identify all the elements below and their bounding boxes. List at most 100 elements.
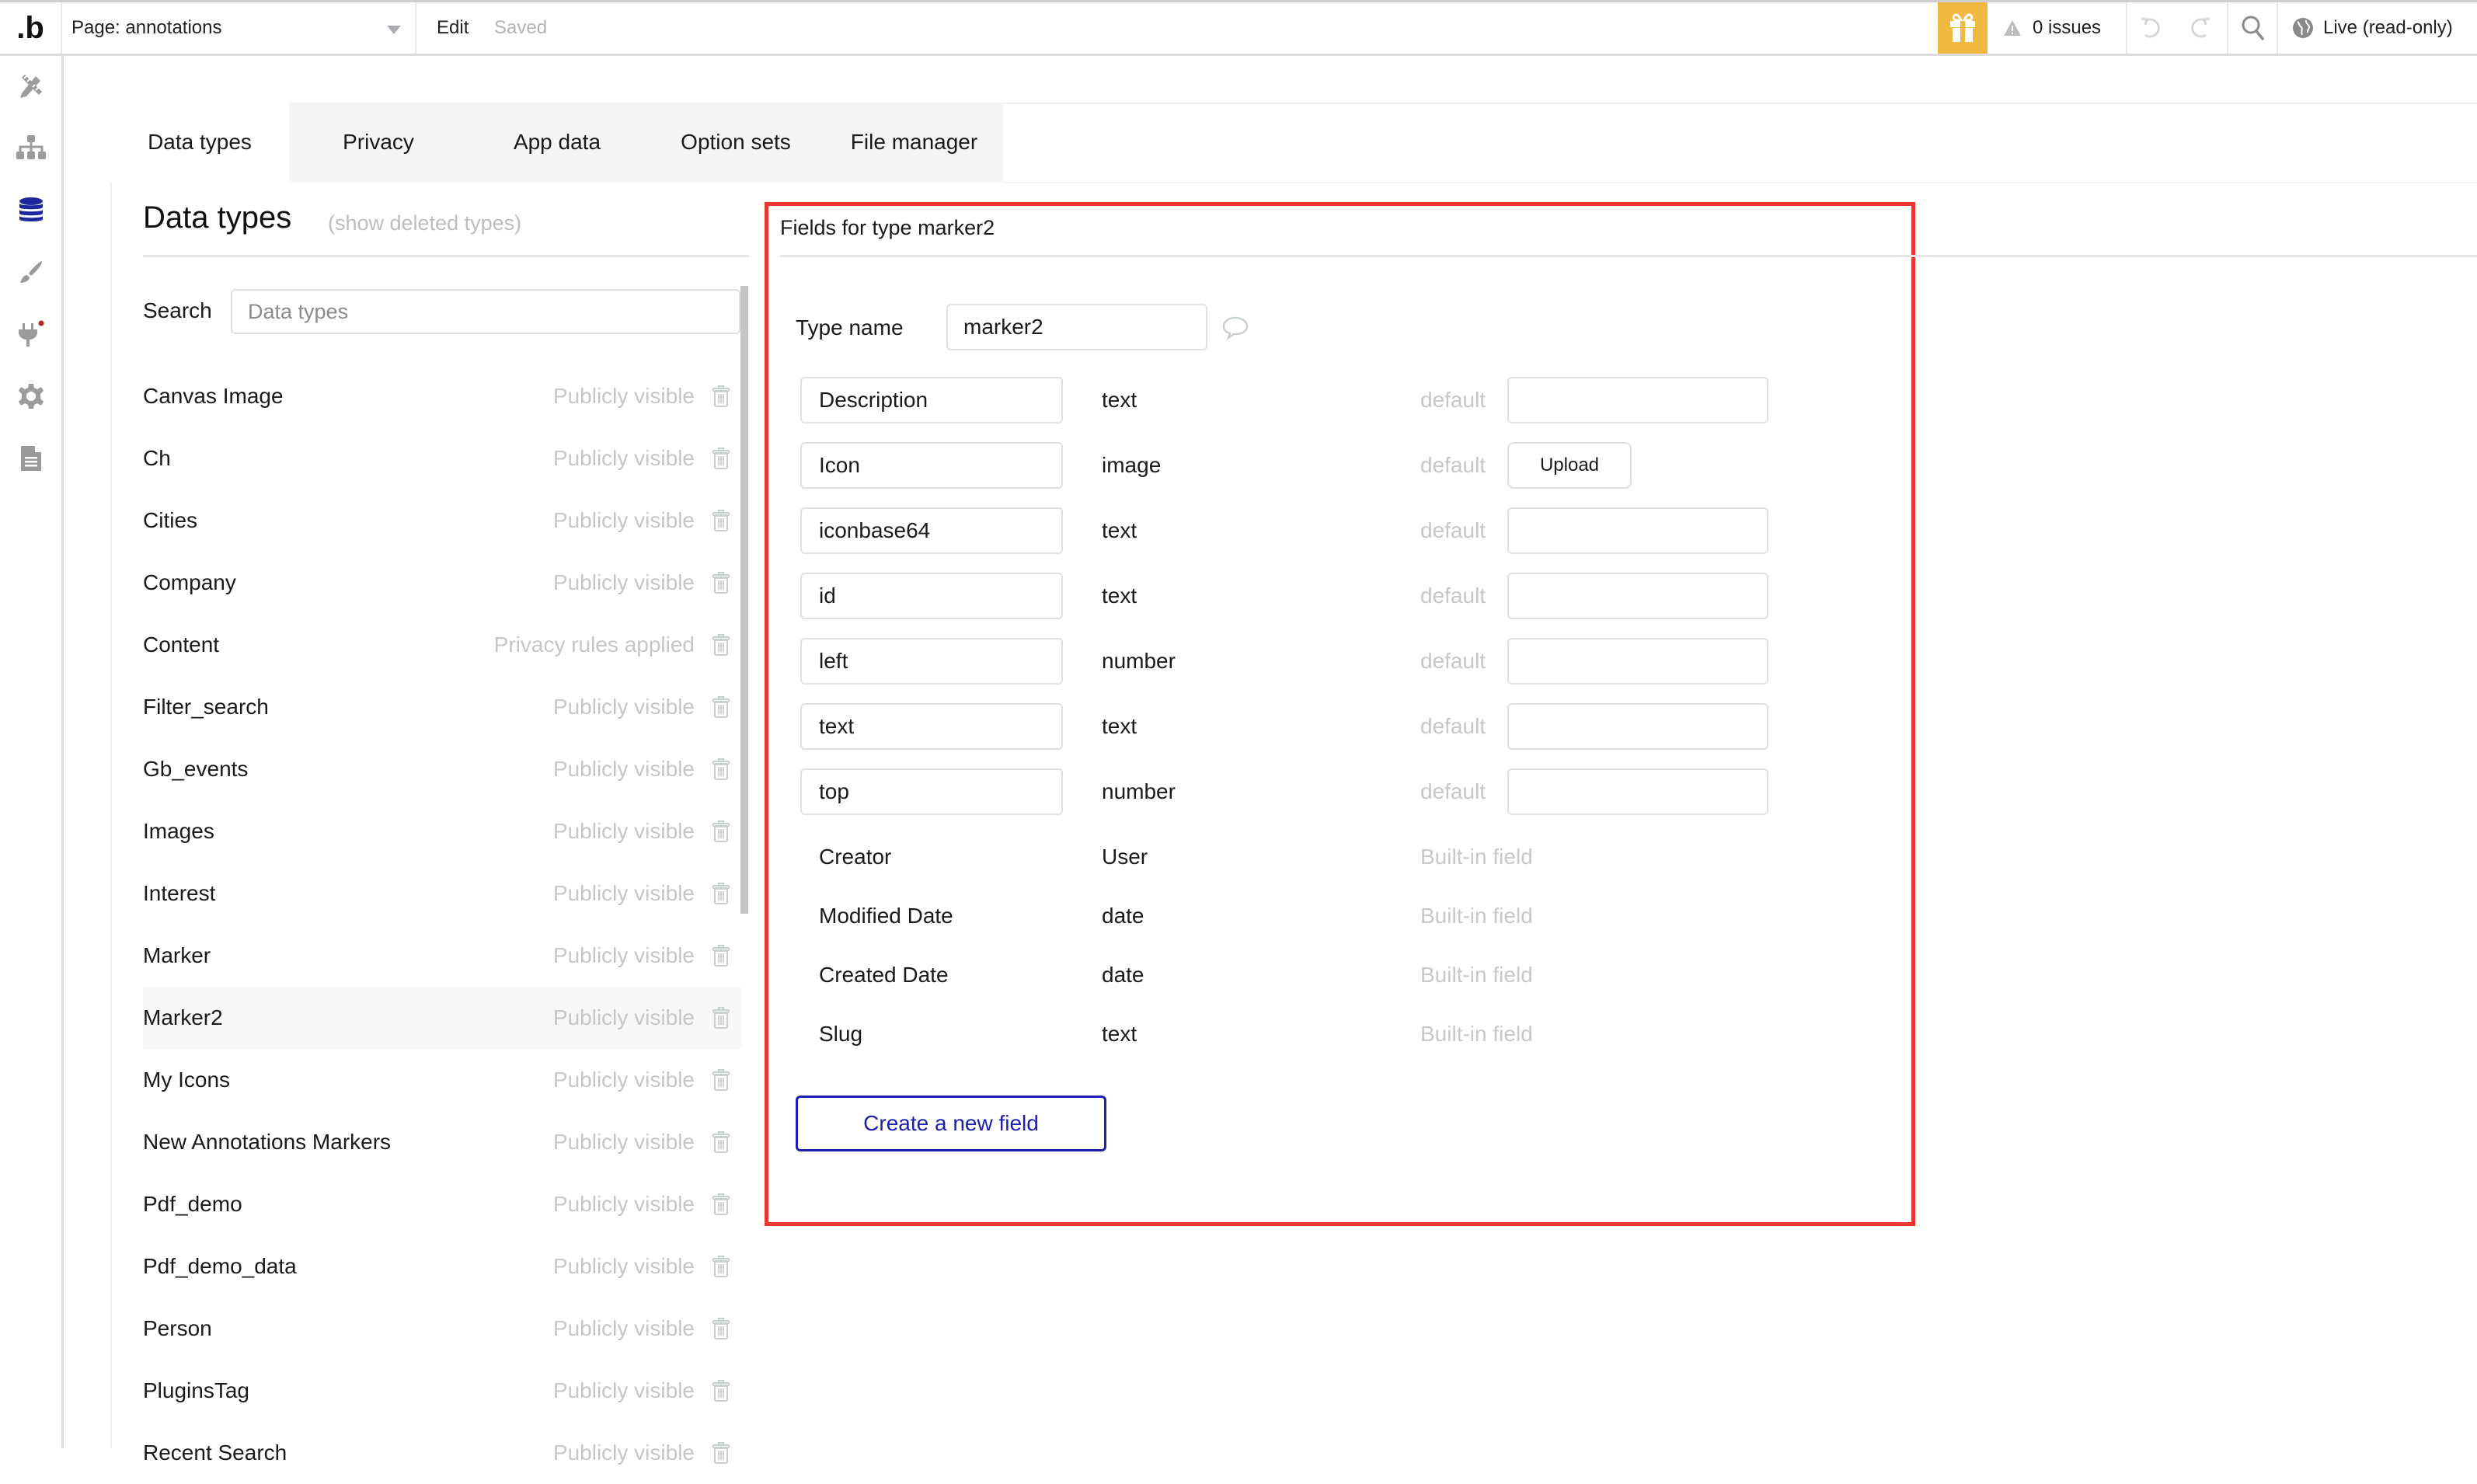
privacy-status[interactable]: Publicly visible <box>553 695 695 719</box>
trash-icon[interactable] <box>712 1255 730 1278</box>
data-type-row[interactable]: Canvas Image Publicly visible <box>143 365 741 427</box>
field-name-input[interactable] <box>800 573 1063 619</box>
field-name-input[interactable] <box>800 703 1063 750</box>
redo-button[interactable] <box>2174 2 2228 54</box>
privacy-status[interactable]: Publicly visible <box>553 570 695 595</box>
privacy-status[interactable]: Publicly visible <box>553 384 695 409</box>
trash-icon[interactable] <box>712 882 730 905</box>
rail-styles-tab[interactable] <box>16 256 47 287</box>
field-default-input[interactable] <box>1507 573 1768 619</box>
trash-icon[interactable] <box>712 944 730 967</box>
data-type-row[interactable]: My Icons Publicly visible <box>143 1049 741 1111</box>
trash-icon[interactable] <box>712 820 730 843</box>
privacy-status[interactable]: Publicly visible <box>553 508 695 533</box>
trash-icon[interactable] <box>712 1006 730 1029</box>
data-type-row[interactable]: Filter_search Publicly visible <box>143 676 741 738</box>
show-deleted-types-link[interactable]: (show deleted types) <box>328 211 521 235</box>
privacy-status[interactable]: Publicly visible <box>553 1005 695 1030</box>
trash-icon[interactable] <box>712 509 730 532</box>
data-type-row[interactable]: Marker2 Publicly visible <box>143 987 741 1049</box>
field-name-input[interactable] <box>800 377 1063 423</box>
rail-plugins-tab[interactable] <box>16 319 47 350</box>
privacy-status[interactable]: Publicly visible <box>553 1130 695 1155</box>
rail-workflow-tab[interactable] <box>16 132 47 163</box>
data-type-row[interactable]: Marker Publicly visible <box>143 925 741 987</box>
data-type-row[interactable]: Person Publicly visible <box>143 1298 741 1360</box>
data-types-scrollbar[interactable] <box>740 286 748 914</box>
data-type-row[interactable]: Pdf_demo_data Publicly visible <box>143 1235 741 1298</box>
field-type[interactable]: image <box>1102 442 1161 489</box>
field-default-input[interactable] <box>1507 377 1768 423</box>
field-type[interactable]: text <box>1102 507 1137 554</box>
privacy-status[interactable]: Publicly visible <box>553 446 695 471</box>
data-type-row[interactable]: PluginsTag Publicly visible <box>143 1360 741 1422</box>
privacy-status[interactable]: Publicly visible <box>553 1440 695 1465</box>
privacy-status[interactable]: Publicly visible <box>553 1378 695 1403</box>
undo-button[interactable] <box>2127 2 2174 54</box>
field-name-input[interactable] <box>800 768 1063 815</box>
field-name-input[interactable] <box>800 507 1063 554</box>
field-name-input[interactable] <box>800 638 1063 685</box>
trash-icon[interactable] <box>712 1068 730 1092</box>
field-default-input[interactable] <box>1507 638 1768 685</box>
privacy-status[interactable]: Publicly visible <box>553 1254 695 1279</box>
trash-icon[interactable] <box>712 695 730 719</box>
privacy-status[interactable]: Publicly visible <box>553 881 695 906</box>
comment-icon[interactable] <box>1221 314 1249 342</box>
privacy-status[interactable]: Publicly visible <box>553 1192 695 1217</box>
field-default-input[interactable] <box>1507 768 1768 815</box>
privacy-status[interactable]: Publicly visible <box>553 1316 695 1341</box>
rail-data-tab[interactable] <box>16 194 47 225</box>
privacy-status[interactable]: Publicly visible <box>553 757 695 782</box>
edit-mode-label[interactable]: Edit <box>437 2 469 54</box>
data-type-row[interactable]: Content Privacy rules applied <box>143 614 741 676</box>
trash-icon[interactable] <box>712 571 730 594</box>
upload-default-button[interactable]: Upload <box>1507 442 1632 489</box>
field-default-input[interactable] <box>1507 703 1768 750</box>
data-type-row[interactable]: Interest Publicly visible <box>143 862 741 925</box>
trash-icon[interactable] <box>712 1379 730 1402</box>
privacy-status[interactable]: Publicly visible <box>553 819 695 844</box>
privacy-status[interactable]: Privacy rules applied <box>494 632 695 657</box>
rail-design-tab[interactable] <box>16 70 47 101</box>
type-name-input[interactable] <box>946 304 1207 350</box>
gift-button[interactable] <box>1938 2 1988 54</box>
issues-button[interactable]: 0 issues <box>2003 2 2127 54</box>
data-type-row[interactable]: Company Publicly visible <box>143 552 741 614</box>
field-default-input[interactable] <box>1507 507 1768 554</box>
trash-icon[interactable] <box>712 633 730 657</box>
privacy-status[interactable]: Publicly visible <box>553 943 695 968</box>
search-button[interactable] <box>2230 2 2278 54</box>
trash-icon[interactable] <box>712 1441 730 1465</box>
field-type[interactable]: text <box>1102 573 1137 619</box>
trash-icon[interactable] <box>712 385 730 408</box>
data-type-row[interactable]: New Annotations Markers Publicly visible <box>143 1111 741 1173</box>
data-type-row[interactable]: Cities Publicly visible <box>143 489 741 552</box>
data-type-row[interactable]: Recent Search Publicly visible <box>143 1422 741 1484</box>
live-version-selector[interactable]: Live (read-only) <box>2292 2 2453 54</box>
data-type-row[interactable]: Gb_events Publicly visible <box>143 738 741 800</box>
rail-logs-tab[interactable] <box>16 443 47 474</box>
data-type-row[interactable]: Pdf_demo Publicly visible <box>143 1173 741 1235</box>
trash-icon[interactable] <box>712 758 730 781</box>
privacy-status[interactable]: Publicly visible <box>553 1068 695 1092</box>
trash-icon[interactable] <box>712 447 730 470</box>
field-type[interactable]: number <box>1102 638 1176 685</box>
trash-icon[interactable] <box>712 1317 730 1340</box>
trash-icon[interactable] <box>712 1193 730 1216</box>
tab-data-types[interactable]: Data types <box>110 103 289 182</box>
data-type-row[interactable]: Ch Publicly visible <box>143 427 741 489</box>
bubble-logo[interactable]: .b <box>0 2 62 54</box>
tab-app-data[interactable]: App data <box>468 103 646 182</box>
field-type[interactable]: number <box>1102 768 1176 815</box>
field-type[interactable]: text <box>1102 703 1137 750</box>
field-type[interactable]: text <box>1102 377 1137 423</box>
trash-icon[interactable] <box>712 1130 730 1154</box>
data-types-search-input[interactable] <box>231 289 740 334</box>
field-name-input[interactable] <box>800 442 1063 489</box>
tab-file-manager[interactable]: File manager <box>825 103 1003 182</box>
data-type-row[interactable]: Images Publicly visible <box>143 800 741 862</box>
tab-option-sets[interactable]: Option sets <box>646 103 825 182</box>
tab-privacy[interactable]: Privacy <box>289 103 468 182</box>
create-new-field-button[interactable]: Create a new field <box>796 1096 1106 1151</box>
